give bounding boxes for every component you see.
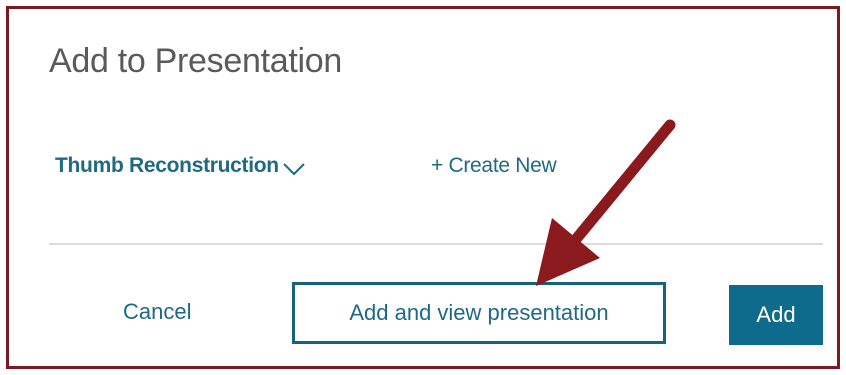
dialog-frame: Add to Presentation Thumb Reconstruction… xyxy=(6,6,840,369)
chevron-down-icon xyxy=(283,163,305,176)
add-and-view-presentation-button[interactable]: Add and view presentation xyxy=(292,282,666,344)
cancel-button[interactable]: Cancel xyxy=(123,299,191,325)
footer-divider xyxy=(49,243,823,245)
presentation-select-dropdown[interactable]: Thumb Reconstruction xyxy=(55,154,305,178)
add-button[interactable]: Add xyxy=(729,285,823,345)
create-new-link[interactable]: + Create New xyxy=(431,154,557,178)
presentation-select-label: Thumb Reconstruction xyxy=(55,154,279,177)
dialog-title: Add to Presentation xyxy=(49,42,342,80)
